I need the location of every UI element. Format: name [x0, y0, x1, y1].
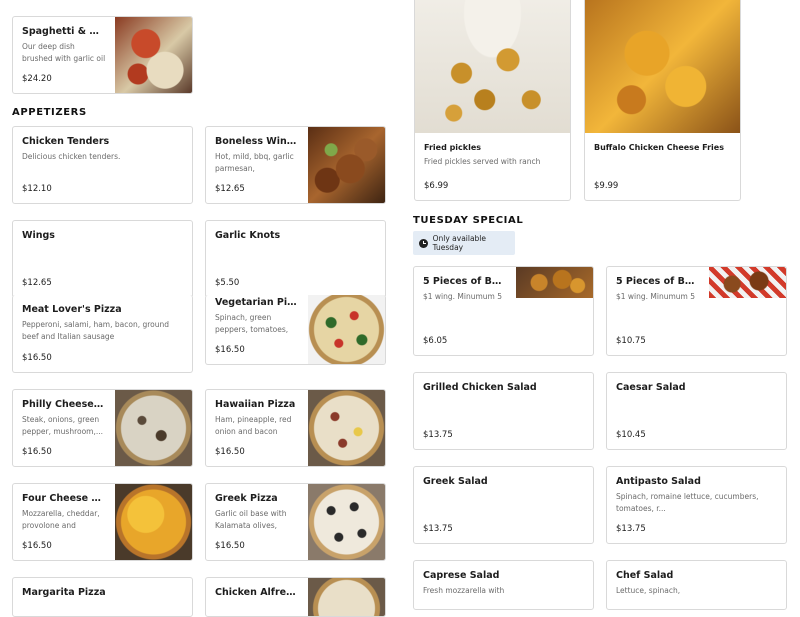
item-price: $12.65 — [22, 278, 52, 288]
item-price: $12.65 — [215, 184, 245, 194]
menu-item-boneless-wings[interactable]: Boneless Wings Hot, mild, bbq, garlic pa… — [205, 126, 386, 204]
item-name: Vegetarian Pizza — [215, 297, 299, 308]
item-name: Meat Lover's Pizza — [22, 304, 122, 315]
item-description: Ham, pineapple, red onion and bacon — [215, 415, 292, 436]
item-description: Spinach, romaine lettuce, cucumbers, tom… — [616, 492, 759, 513]
greek-pizza-photo — [308, 484, 385, 560]
buffalo-fries-photo — [585, 0, 740, 133]
item-description: Fresh mozzarella with — [423, 586, 505, 595]
item-name: Wings — [22, 230, 55, 241]
item-name: 5 Pieces of Boneless... — [423, 276, 507, 287]
item-description: Our deep dish brushed with garlic oil an… — [22, 42, 106, 63]
menu-item-fried-pickles[interactable]: Fried pickles Fried pickles served with … — [414, 0, 571, 201]
availability-text: Only available Tuesday — [432, 234, 487, 252]
item-name: Spaghetti & Meatbal... — [22, 26, 106, 37]
menu-item-greek-salad[interactable]: Greek Salad $13.75 — [413, 466, 594, 544]
item-description: $1 wing. Minumum 5 — [423, 292, 503, 301]
item-name: Hawaiian Pizza — [215, 399, 296, 410]
item-name: Margarita Pizza — [22, 587, 106, 598]
section-title-appetizers: APPETIZERS — [12, 107, 87, 118]
menu-item-antipasto-salad[interactable]: Antipasto Salad Spinach, romaine lettuce… — [606, 466, 787, 544]
menu-item-caesar-salad[interactable]: Caesar Salad $10.45 — [606, 372, 787, 450]
menu-item-vegetarian-pizza[interactable]: Vegetarian Pizza Spinach, green peppers,… — [205, 295, 386, 365]
item-price: $16.50 — [215, 541, 245, 551]
item-name: Garlic Knots — [215, 230, 281, 241]
item-description: Lettuce, spinach, — [616, 586, 681, 595]
vegetarian-pizza-photo — [308, 295, 385, 364]
item-description: Spinach, green peppers, tomatoes, onions… — [215, 313, 289, 334]
menu-item-caprese-salad[interactable]: Caprese Salad Fresh mozzarella with — [413, 560, 594, 610]
item-description: Pepperoni, salami, ham, bacon, ground be… — [22, 320, 170, 341]
menu-item-grilled-chicken-salad[interactable]: Grilled Chicken Salad $13.75 — [413, 372, 594, 450]
fried-pickles-photo — [415, 0, 570, 133]
item-name: Chicken Tenders — [22, 136, 110, 147]
item-name: Philly Cheesesteak... — [22, 399, 106, 410]
item-price: $12.10 — [22, 184, 52, 194]
item-description: Garlic oil base with Kalamata olives, ca… — [215, 509, 287, 530]
item-name: Chicken Alfredo Pizza — [215, 587, 299, 598]
item-price: $6.05 — [423, 336, 448, 346]
item-price: $13.75 — [423, 430, 453, 440]
item-name: Fried pickles — [424, 143, 482, 152]
item-description: Hot, mild, bbq, garlic parmesan, Jamaica… — [215, 152, 294, 173]
section-title-tuesday-special: TUESDAY SPECIAL — [413, 215, 524, 226]
clock-icon — [419, 238, 428, 248]
item-price: $16.50 — [22, 353, 52, 363]
boneless-special-photo — [516, 267, 593, 298]
item-name: Greek Pizza — [215, 493, 278, 504]
item-description: Mozzarella, cheddar, provolone and Monte… — [22, 509, 100, 530]
item-price: $16.50 — [215, 447, 245, 457]
item-price: $10.75 — [616, 336, 646, 346]
item-description: Delicious chicken tenders. — [22, 152, 121, 161]
item-price: $10.45 — [616, 430, 646, 440]
item-price: $5.50 — [215, 278, 240, 288]
item-name: Caesar Salad — [616, 382, 686, 393]
menu-item-greek-pizza[interactable]: Greek Pizza Garlic oil base with Kalamat… — [205, 483, 386, 561]
menu-item-meat-lovers-pizza[interactable]: Meat Lover's Pizza Pepperoni, salami, ha… — [12, 295, 193, 373]
menu-item-garlic-knots[interactable]: Garlic Knots $5.50 — [205, 220, 386, 298]
chicken-alfredo-pizza-photo — [308, 578, 385, 616]
menu-item-margarita-pizza[interactable]: Margarita Pizza — [12, 577, 193, 617]
item-description: $1 wing. Minumum 5 — [616, 292, 696, 301]
spaghetti-photo — [115, 17, 192, 93]
item-price: $13.75 — [616, 524, 646, 534]
item-description: Steak, onions, green pepper, mushroom,..… — [22, 415, 104, 436]
item-name: Boneless Wings — [215, 136, 299, 147]
item-price: $16.50 — [22, 447, 52, 457]
menu-item-chef-salad[interactable]: Chef Salad Lettuce, spinach, — [606, 560, 787, 610]
item-name: Grilled Chicken Salad — [423, 382, 537, 393]
item-price: $6.99 — [424, 181, 449, 191]
item-name: Chef Salad — [616, 570, 674, 581]
item-price: $16.50 — [22, 541, 52, 551]
menu-item-chicken-tenders[interactable]: Chicken Tenders Delicious chicken tender… — [12, 126, 193, 204]
hawaiian-pizza-photo — [308, 390, 385, 466]
item-price: $13.75 — [423, 524, 453, 534]
four-cheese-pizza-photo — [115, 484, 192, 560]
item-name: Antipasto Salad — [616, 476, 701, 487]
item-name: Caprese Salad — [423, 570, 500, 581]
menu-item-wings[interactable]: Wings $12.65 — [12, 220, 193, 298]
item-description: Fried pickles served with ranch — [424, 157, 541, 166]
menu-item-buffalo-chicken-cheese-fries[interactable]: Buffalo Chicken Cheese Fries $9.99 — [584, 0, 741, 201]
menu-item-bone-in-wings-special[interactable]: 5 Pieces of Bone In... $1 wing. Minumum … — [606, 266, 787, 356]
item-price: $9.99 — [594, 181, 619, 191]
menu-item-spaghetti[interactable]: Spaghetti & Meatbal... Our deep dish bru… — [12, 16, 193, 94]
menu-item-boneless-wings-special[interactable]: 5 Pieces of Boneless... $1 wing. Minumum… — [413, 266, 594, 356]
item-price: $16.50 — [215, 345, 245, 355]
availability-badge: Only available Tuesday — [413, 231, 515, 255]
philly-pizza-photo — [115, 390, 192, 466]
item-name: Four Cheese Pizza — [22, 493, 106, 504]
item-name: Buffalo Chicken Cheese Fries — [594, 143, 724, 152]
item-price: $24.20 — [22, 74, 52, 84]
menu-item-four-cheese-pizza[interactable]: Four Cheese Pizza Mozzarella, cheddar, p… — [12, 483, 193, 561]
item-name: Greek Salad — [423, 476, 488, 487]
item-name: 5 Pieces of Bone In... — [616, 276, 700, 287]
boneless-wings-photo — [308, 127, 385, 203]
menu-item-chicken-alfredo-pizza[interactable]: Chicken Alfredo Pizza — [205, 577, 386, 617]
menu-item-philly-cheesesteak-pizza[interactable]: Philly Cheesesteak... Steak, onions, gre… — [12, 389, 193, 467]
bone-in-special-photo — [709, 267, 786, 298]
menu-item-hawaiian-pizza[interactable]: Hawaiian Pizza Ham, pineapple, red onion… — [205, 389, 386, 467]
